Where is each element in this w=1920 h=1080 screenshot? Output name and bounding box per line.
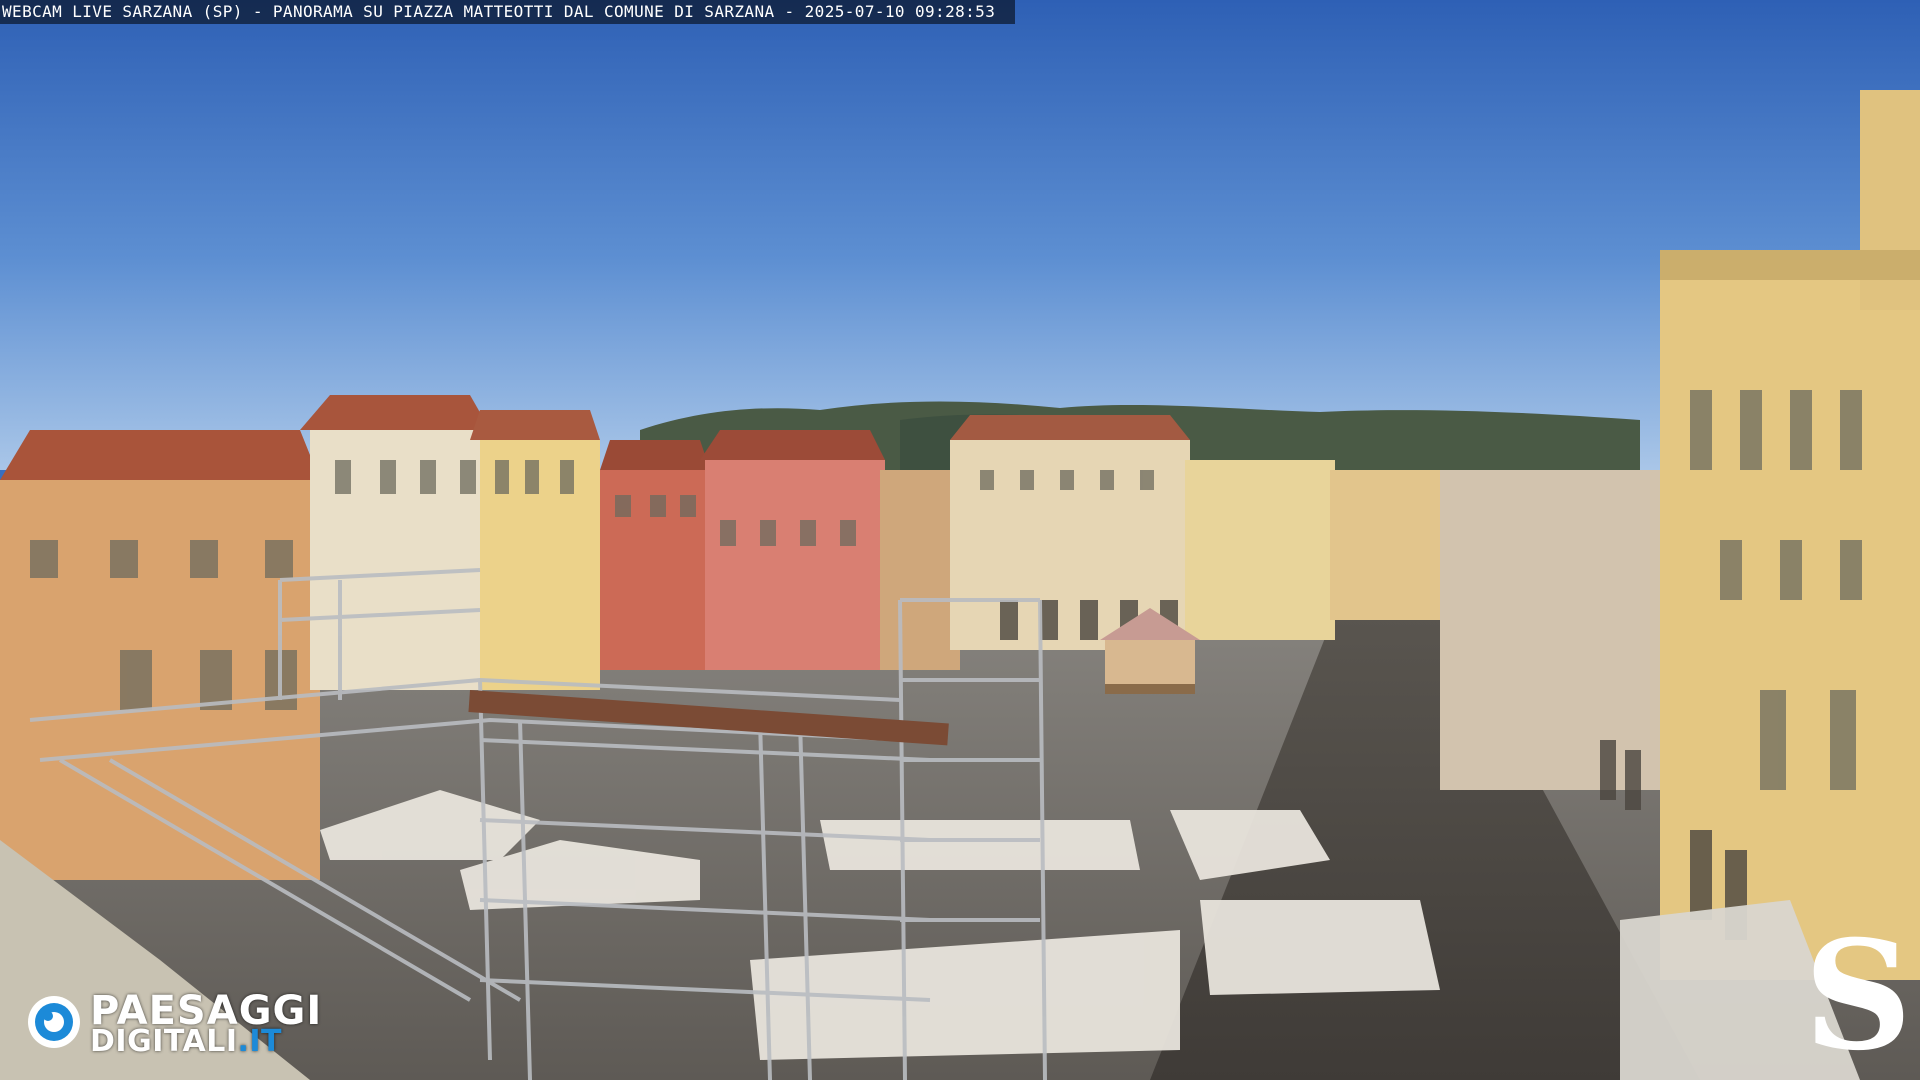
building-pink [705, 460, 885, 670]
s-logo-mark: S [1808, 918, 1908, 1068]
building-center-right [1185, 460, 1335, 640]
brand-line-2: DIGITALI.IT [90, 1024, 283, 1059]
s-logo-icon: S [1808, 918, 1908, 1068]
paesaggi-digitali-logo: PAESAGGI DIGITALI.IT [24, 988, 344, 1059]
sky [0, 0, 1920, 470]
eye-icon [28, 996, 80, 1048]
building-beige [880, 470, 960, 670]
webcam-caption: WEBCAM LIVE SARZANA (SP) - PANORAMA SU P… [0, 0, 1016, 24]
webcam-scene [0, 0, 1920, 1080]
building-right-grey [1440, 470, 1660, 790]
